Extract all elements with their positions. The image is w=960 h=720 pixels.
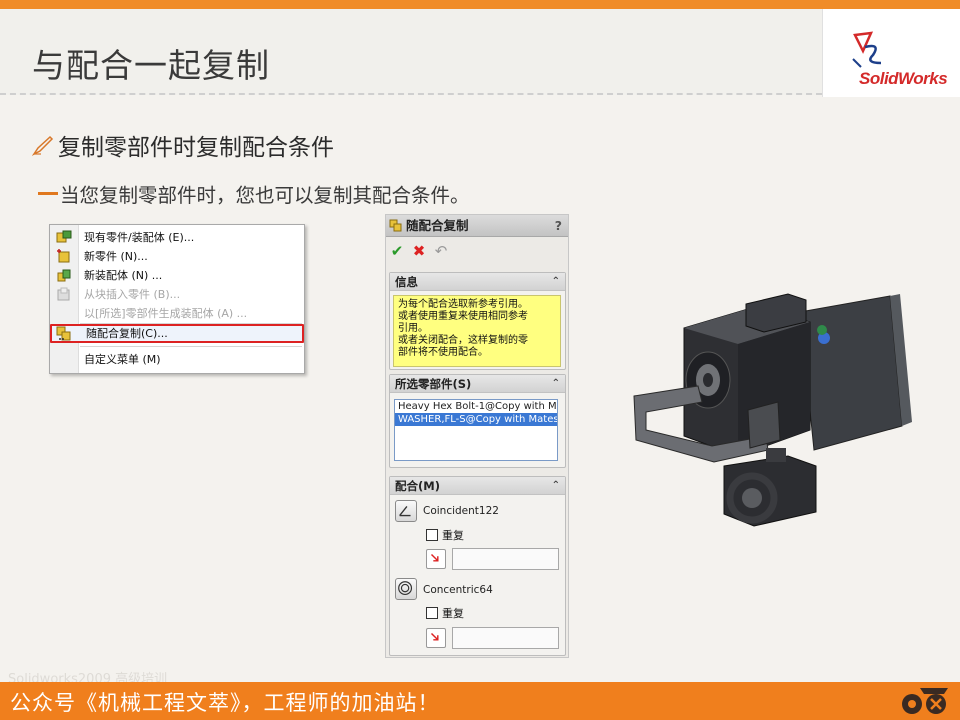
pen-bullet-icon	[32, 135, 54, 156]
info-message: 为每个配合选取新参考引用。 或者使用重复来使用相同参考 引用。 或者关闭配合，这…	[393, 295, 561, 367]
gearbox-assembly-model	[633, 293, 912, 527]
insert-from-block-icon	[57, 287, 70, 301]
top-accent-bar	[0, 0, 960, 9]
selected-components-label: 所选零部件(S)	[395, 377, 472, 391]
collapse-icon[interactable]: ⌃	[552, 375, 560, 393]
menu-item-label: 新零件 (N)...	[84, 250, 148, 263]
menu-item-new-assembly[interactable]: 新装配体 (N) ...	[50, 266, 304, 285]
menu-item-label: 自定义菜单 (M)	[84, 353, 161, 366]
solidworks-logo: SolidWorks	[822, 9, 960, 97]
menu-item-make-assembly[interactable]: 以[所选]零部件生成装配体 (A) ...	[50, 304, 304, 323]
select-reference-button[interactable]	[426, 628, 446, 648]
bullet-sub: 当您复制零部件时，您也可以复制其配合条件。	[38, 179, 470, 208]
page-title: 与配合一起复制	[32, 46, 270, 85]
info-section-header[interactable]: 信息 ⌃	[390, 273, 565, 291]
repeat-checkbox[interactable]	[426, 529, 438, 541]
menu-item-existing-part[interactable]: 现有零件/装配体 (E)...	[50, 228, 304, 247]
pm-header: 随配合复制 ?	[386, 215, 568, 237]
menu-item-insert-from-block[interactable]: 从块插入零件 (B)...	[50, 285, 304, 304]
repeat-checkbox[interactable]	[426, 607, 438, 619]
mates-header[interactable]: 配合(M) ⌃	[390, 477, 565, 495]
menu-item-label: 现有零件/装配体 (E)...	[84, 231, 195, 244]
copy-with-mates-property-manager: 随配合复制 ? ✔ ✖ ↶ 信息 ⌃ 为每个配合选取新参考引用。 或者使用重复来…	[385, 214, 569, 658]
list-item[interactable]: Heavy Hex Bolt-1@Copy with Ma	[395, 400, 557, 413]
collapse-icon[interactable]: ⌃	[552, 273, 560, 291]
mate-name: Coincident122	[423, 505, 499, 517]
info-line: 为每个配合选取新参考引用。	[398, 299, 528, 310]
select-reference-button[interactable]	[426, 549, 446, 569]
info-line: 引用。	[398, 323, 428, 334]
new-assembly-icon	[57, 269, 71, 282]
footer-bar: 公众号《机械工程文萃》，工程师的加油站！	[0, 682, 960, 720]
list-item[interactable]: WASHER,FL-S@Copy with Mates	[395, 413, 557, 426]
footer-text: 公众号《机械工程文萃》，工程师的加油站！	[10, 691, 440, 715]
info-header-label: 信息	[395, 275, 418, 289]
logo-text: SolidWorks	[859, 69, 948, 88]
repeat-label: 重复	[442, 607, 464, 620]
copy-with-mates-icon	[389, 219, 402, 232]
concentric-mate-icon	[395, 578, 417, 600]
ds-logo-icon	[852, 31, 882, 68]
info-line: 部件将不使用配合。	[398, 347, 488, 358]
pm-action-buttons: ✔ ✖ ↶	[389, 241, 449, 261]
collapse-icon[interactable]: ⌃	[552, 477, 560, 495]
menu-item-copy-with-mates[interactable]: 随配合复制(C)...	[50, 324, 304, 343]
mates-section: 配合(M) ⌃ Coincident122 重复 Concentric64 重复	[389, 476, 566, 656]
ok-button[interactable]: ✔	[389, 242, 405, 260]
insert-context-menu: 现有零件/装配体 (E)... 新零件 (N)... 新装配体 (N) ... …	[49, 224, 305, 374]
mates-header-label: 配合(M)	[395, 479, 440, 493]
mate-name: Concentric64	[423, 584, 493, 596]
reference-arrow-icon	[430, 632, 439, 641]
title-area: 与配合一起复制	[0, 9, 822, 95]
info-line: 或者关闭配合，这样复制的零	[398, 335, 528, 346]
selected-components-header[interactable]: 所选零部件(S) ⌃	[390, 375, 565, 393]
menu-item-label: 从块插入零件 (B)...	[84, 288, 181, 301]
new-part-icon	[57, 249, 70, 263]
selected-components-section: 所选零部件(S) ⌃ Heavy Hex Bolt-1@Copy with Ma…	[389, 374, 566, 468]
repeat-label: 重复	[442, 529, 464, 542]
menu-item-customize-menu[interactable]: 自定义菜单 (M)	[50, 350, 304, 369]
reference-arrow-icon	[430, 553, 439, 562]
menu-item-label: 新装配体 (N) ...	[84, 269, 163, 282]
menu-item-new-part[interactable]: 新零件 (N)...	[50, 247, 304, 266]
bullet-main: 复制零部件时复制配合条件	[32, 128, 334, 162]
info-section: 信息 ⌃ 为每个配合选取新参考引用。 或者使用重复来使用相同参考 引用。 或者关…	[389, 272, 566, 370]
copy-with-mates-icon	[56, 326, 71, 341]
footer-logo-icon	[902, 688, 948, 714]
undo-button[interactable]: ↶	[433, 242, 449, 260]
coincident-mate-icon	[395, 500, 417, 522]
reference-field[interactable]	[452, 548, 559, 570]
pm-title: 随配合复制	[406, 218, 469, 233]
dash-bullet	[38, 192, 58, 195]
info-line: 或者使用重复来使用相同参考	[398, 311, 528, 322]
bullet-sub-text: 当您复制零部件时，您也可以复制其配合条件。	[60, 184, 470, 207]
selected-components-list[interactable]: Heavy Hex Bolt-1@Copy with Ma WASHER,FL-…	[394, 399, 558, 461]
reference-field[interactable]	[452, 627, 559, 649]
cancel-button[interactable]: ✖	[411, 242, 427, 260]
help-button[interactable]: ?	[555, 215, 562, 237]
menu-separator	[80, 346, 302, 347]
menu-item-label: 随配合复制(C)...	[86, 327, 168, 340]
menu-item-label: 以[所选]零部件生成装配体 (A) ...	[84, 307, 248, 320]
existing-part-icon	[56, 230, 72, 243]
bullet-main-text: 复制零部件时复制配合条件	[58, 135, 334, 161]
